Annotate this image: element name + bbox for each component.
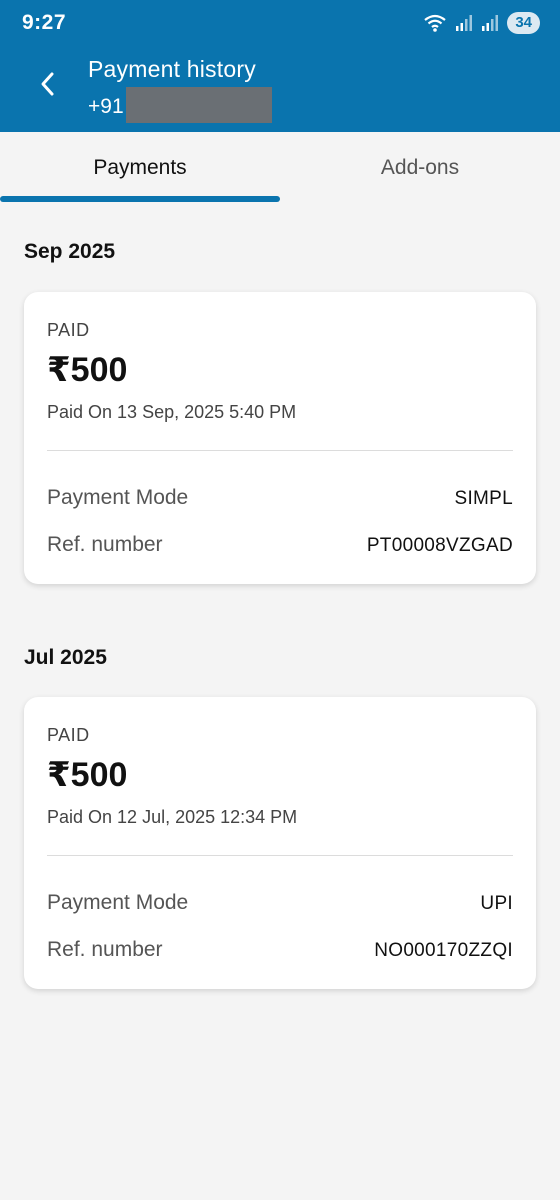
payment-status: PAID <box>47 725 90 745</box>
paid-on-date: Paid On 13 Sep, 2025 5:40 PM <box>47 402 297 422</box>
month-header: Sep 2025 <box>24 240 116 263</box>
payment-mode-value: SIMPL <box>454 488 513 509</box>
ref-number-label: Ref. number <box>47 533 163 556</box>
divider <box>47 450 513 451</box>
paid-on-date: Paid On 12 Jul, 2025 12:34 PM <box>47 807 298 827</box>
tab-payments[interactable]: Payments <box>0 132 280 204</box>
battery-icon: 34 <box>507 12 540 34</box>
chevron-left-icon <box>41 72 54 96</box>
redacted-number <box>125 87 272 123</box>
tab-add-ons[interactable]: Add-ons <box>280 132 560 204</box>
wifi-icon <box>424 14 446 32</box>
payment-status: PAID <box>47 320 90 340</box>
status-icons: 34 <box>423 12 540 34</box>
divider <box>47 855 513 856</box>
payment-mode-value: UPI <box>480 893 513 914</box>
ref-number-value: NO000170ZZQI <box>374 940 513 961</box>
signal-icon <box>456 15 473 31</box>
payment-mode-label: Payment Mode <box>47 486 189 509</box>
tab-bar: Payments Add-ons <box>0 132 560 204</box>
active-tab-indicator <box>0 196 280 202</box>
payment-amount: ₹500 <box>47 351 128 389</box>
back-button[interactable] <box>30 66 66 102</box>
app-bar: Payment history +91 <box>0 46 560 132</box>
status-time: 9:27 <box>22 11 67 34</box>
ref-number-value: PT00008VZGAD <box>366 535 513 556</box>
payment-card[interactable]: PAID ₹500 Paid On 13 Sep, 2025 5:40 PM P… <box>24 292 536 584</box>
status-bar: 9:27 34 <box>0 0 560 46</box>
phone-number: +91 <box>88 87 272 123</box>
payment-mode-label: Payment Mode <box>47 891 189 914</box>
page-title: Payment history <box>88 56 256 82</box>
phone-prefix: +91 <box>88 95 124 118</box>
payment-amount: ₹500 <box>47 756 128 794</box>
ref-number-label: Ref. number <box>47 938 163 961</box>
payment-card[interactable]: PAID ₹500 Paid On 12 Jul, 2025 12:34 PM … <box>24 697 536 989</box>
month-header: Jul 2025 <box>24 646 107 669</box>
signal-icon <box>482 15 499 31</box>
